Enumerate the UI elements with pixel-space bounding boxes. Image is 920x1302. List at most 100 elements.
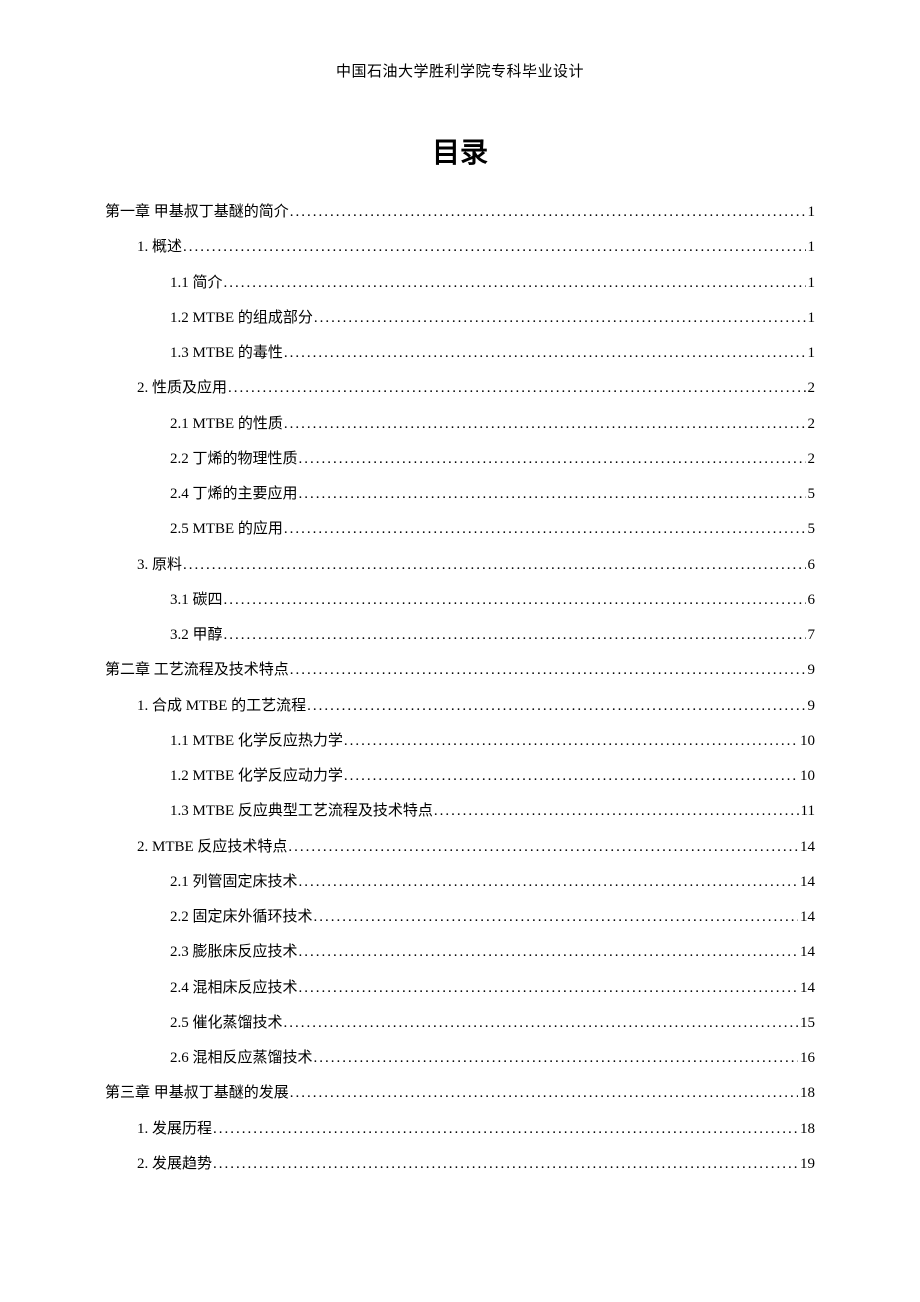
toc-dots xyxy=(223,266,806,301)
toc-entry: 2.4 混相床反应技术 14 xyxy=(105,971,815,1006)
toc-label: 2. MTBE 反应技术特点 xyxy=(137,830,287,865)
toc-entry: 1. 发展历程 18 xyxy=(105,1112,815,1147)
toc-entry: 2.5 MTBE 的应用 5 xyxy=(105,512,815,547)
toc-label: 2.2 固定床外循环技术 xyxy=(170,900,313,935)
toc-dots xyxy=(306,689,805,724)
toc-page: 1 xyxy=(806,195,816,230)
toc-page: 1 xyxy=(806,230,816,265)
toc-label: 2. 性质及应用 xyxy=(137,371,227,406)
toc-container: 第一章 甲基叔丁基醚的简介 11. 概述11.1 简介 11.2 MTBE 的组… xyxy=(105,195,815,1182)
toc-page: 7 xyxy=(806,618,816,653)
toc-label: 2.5 催化蒸馏技术 xyxy=(170,1006,283,1041)
toc-label: 1.3 MTBE 的毒性 xyxy=(170,336,283,371)
toc-label: 2.1 列管固定床技术 xyxy=(170,865,298,900)
toc-entry: 1.3 MTBE 反应典型工艺流程及技术特点11 xyxy=(105,794,815,829)
toc-page: 9 xyxy=(806,653,816,688)
toc-entry: 1.1 简介 1 xyxy=(105,266,815,301)
toc-entry: 1.2 MTBE 化学反应动力学10 xyxy=(105,759,815,794)
toc-entry: 2.2 丁烯的物理性质 2 xyxy=(105,442,815,477)
toc-page: 5 xyxy=(806,512,816,547)
toc-page: 14 xyxy=(798,900,815,935)
toc-page: 9 xyxy=(806,689,816,724)
toc-label: 第二章 工艺流程及技术特点 xyxy=(105,653,289,688)
toc-dots xyxy=(283,512,806,547)
toc-label: 1.1 MTBE 化学反应热力学 xyxy=(170,724,343,759)
toc-page: 2 xyxy=(806,371,816,406)
toc-label: 第一章 甲基叔丁基醚的简介 xyxy=(105,195,289,230)
toc-label: 1. 概述 xyxy=(137,230,182,265)
toc-page: 1 xyxy=(806,301,816,336)
toc-entry: 1. 合成 MTBE 的工艺流程 9 xyxy=(105,689,815,724)
toc-label: 3.1 碳四 xyxy=(170,583,223,618)
toc-page: 6 xyxy=(806,583,816,618)
toc-entry: 3.1 碳四 6 xyxy=(105,583,815,618)
toc-label: 2. 发展趋势 xyxy=(137,1147,212,1182)
toc-entry: 2.5 催化蒸馏技术 15 xyxy=(105,1006,815,1041)
toc-dots xyxy=(283,1006,798,1041)
toc-dots xyxy=(313,1041,798,1076)
toc-entry: 2. 发展趋势19 xyxy=(105,1147,815,1182)
toc-label: 1. 发展历程 xyxy=(137,1112,212,1147)
page-header: 中国石油大学胜利学院专科毕业设计 xyxy=(105,60,815,81)
toc-page: 10 xyxy=(798,724,815,759)
toc-page: 1 xyxy=(806,336,816,371)
toc-page: 10 xyxy=(798,759,815,794)
toc-dots xyxy=(433,794,799,829)
toc-dots xyxy=(298,935,798,970)
toc-dots xyxy=(313,900,798,935)
toc-dots xyxy=(298,477,806,512)
toc-entry: 第三章 甲基叔丁基醚的发展 18 xyxy=(105,1076,815,1111)
toc-dots xyxy=(289,653,806,688)
toc-page: 18 xyxy=(798,1076,815,1111)
toc-entry: 第二章 工艺流程及技术特点 9 xyxy=(105,653,815,688)
toc-label: 2.4 混相床反应技术 xyxy=(170,971,298,1006)
toc-label: 3.2 甲醇 xyxy=(170,618,223,653)
toc-title: 目录 xyxy=(105,131,815,171)
toc-entry: 2. 性质及应用 2 xyxy=(105,371,815,406)
toc-dots xyxy=(227,371,805,406)
toc-entry: 3. 原料6 xyxy=(105,548,815,583)
toc-dots xyxy=(343,759,798,794)
toc-dots xyxy=(289,1076,798,1111)
toc-label: 2.6 混相反应蒸馏技术 xyxy=(170,1041,313,1076)
toc-dots xyxy=(212,1112,798,1147)
toc-dots xyxy=(313,301,806,336)
toc-page: 1 xyxy=(806,266,816,301)
toc-page: 5 xyxy=(806,477,816,512)
toc-label: 1. 合成 MTBE 的工艺流程 xyxy=(137,689,306,724)
toc-dots xyxy=(283,336,806,371)
toc-label: 2.2 丁烯的物理性质 xyxy=(170,442,298,477)
toc-dots xyxy=(298,865,798,900)
toc-entry: 2. MTBE 反应技术特点 14 xyxy=(105,830,815,865)
toc-dots xyxy=(283,407,806,442)
toc-page: 14 xyxy=(798,830,815,865)
toc-label: 1.2 MTBE 的组成部分 xyxy=(170,301,313,336)
toc-dots xyxy=(289,195,806,230)
toc-page: 18 xyxy=(798,1112,815,1147)
toc-page: 15 xyxy=(798,1006,815,1041)
toc-label: 2.1 MTBE 的性质 xyxy=(170,407,283,442)
toc-label: 3. 原料 xyxy=(137,548,182,583)
toc-dots xyxy=(223,583,806,618)
toc-dots xyxy=(287,830,798,865)
toc-page: 2 xyxy=(806,407,816,442)
toc-entry: 1. 概述 1 xyxy=(105,230,815,265)
toc-entry: 3.2 甲醇 7 xyxy=(105,618,815,653)
toc-entry: 2.2 固定床外循环技术 14 xyxy=(105,900,815,935)
toc-label: 2.3 膨胀床反应技术 xyxy=(170,935,298,970)
toc-entry: 1.3 MTBE 的毒性 1 xyxy=(105,336,815,371)
toc-dots xyxy=(343,724,798,759)
toc-label: 2.5 MTBE 的应用 xyxy=(170,512,283,547)
toc-page: 2 xyxy=(806,442,816,477)
toc-page: 11 xyxy=(799,794,815,829)
toc-entry: 1.1 MTBE 化学反应热力学 10 xyxy=(105,724,815,759)
toc-dots xyxy=(298,442,806,477)
toc-entry: 2.1 列管固定床技术 14 xyxy=(105,865,815,900)
toc-dots xyxy=(298,971,798,1006)
toc-label: 1.1 简介 xyxy=(170,266,223,301)
toc-dots xyxy=(212,1147,798,1182)
toc-entry: 2.3 膨胀床反应技术 14 xyxy=(105,935,815,970)
toc-dots xyxy=(182,548,805,583)
toc-entry: 2.6 混相反应蒸馏技术 16 xyxy=(105,1041,815,1076)
toc-page: 16 xyxy=(798,1041,815,1076)
